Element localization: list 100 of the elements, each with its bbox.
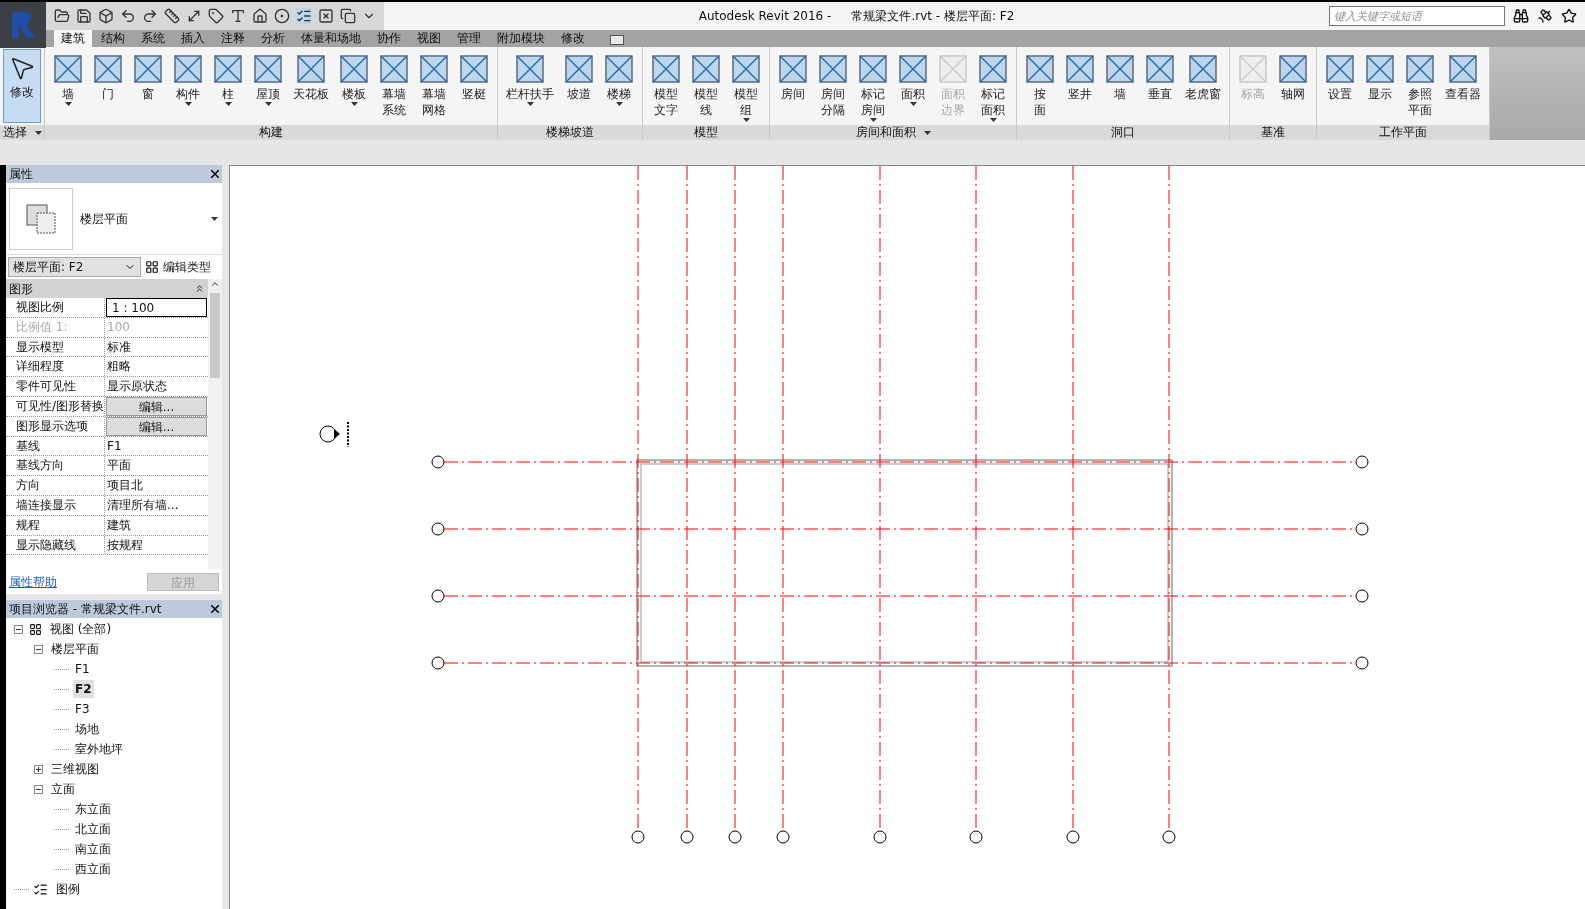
tree-item[interactable]: 三维视图: [49, 760, 101, 778]
diagonal-arrow-icon[interactable]: [186, 8, 202, 24]
ribbon-button[interactable]: 设置: [1320, 49, 1360, 123]
ribbon-button[interactable]: 模型 线: [686, 49, 726, 123]
ribbon-button[interactable]: 显示: [1360, 49, 1400, 123]
tree-item[interactable]: F2: [73, 680, 94, 698]
tree-item[interactable]: 场地: [73, 720, 101, 738]
ribbon-button[interactable]: 坡道: [559, 49, 599, 123]
ribbon-button[interactable]: 构件: [168, 49, 208, 123]
ribbon-button[interactable]: 幕墙 系统: [374, 49, 414, 123]
ribbon-tab[interactable]: 建筑: [54, 30, 92, 47]
property-value-field[interactable]: 1 : 100: [106, 298, 207, 317]
instance-dropdown[interactable]: 楼层平面: F2: [8, 257, 141, 277]
collapse-toggle[interactable]: [34, 784, 43, 794]
tree-item[interactable]: 西立面: [73, 860, 113, 878]
ribbon-button[interactable]: 窗: [128, 49, 168, 123]
ribbon-tab[interactable]: 系统: [134, 30, 172, 47]
ribbon-tab[interactable]: 体量和场地: [294, 30, 368, 47]
edit-button[interactable]: 编辑...: [106, 416, 207, 436]
ribbon-tab[interactable]: 注释: [214, 30, 252, 47]
house-icon[interactable]: [252, 8, 268, 24]
collapse-toggle[interactable]: [34, 644, 43, 654]
satellite-icon[interactable]: [1537, 8, 1553, 24]
undo-icon[interactable]: [120, 8, 136, 24]
open-icon[interactable]: [54, 8, 70, 24]
tree-item[interactable]: 室外地坪: [73, 740, 125, 758]
panel-label[interactable]: 选择: [0, 125, 44, 140]
ribbon-button[interactable]: 楼梯: [599, 49, 639, 123]
tree-item[interactable]: 楼层平面: [49, 640, 101, 658]
edit-type-button[interactable]: 编辑类型: [145, 258, 211, 276]
ribbon-button[interactable]: 墙: [48, 49, 88, 123]
edit-button[interactable]: 编辑...: [106, 397, 207, 416]
panel-label[interactable]: 房间和面积: [770, 125, 1016, 140]
tree-item[interactable]: 东立面: [73, 800, 113, 818]
properties-help-link[interactable]: 属性帮助: [9, 572, 57, 591]
close-window-icon[interactable]: [318, 8, 334, 24]
close-button[interactable]: [211, 605, 219, 613]
panel-label[interactable]: 模型: [643, 125, 769, 140]
ribbon-button[interactable]: 竖梃: [454, 49, 494, 123]
tree-item[interactable]: 南立面: [73, 840, 113, 858]
ribbon-button[interactable]: 参照 平面: [1400, 49, 1440, 123]
ribbon-button[interactable]: 墙: [1100, 49, 1140, 123]
list-icon[interactable]: [296, 8, 312, 24]
ribbon-button[interactable]: 修改: [3, 49, 41, 123]
ribbon-tab[interactable]: 附加模块: [490, 30, 552, 47]
scrollbar[interactable]: [208, 279, 222, 569]
close-button[interactable]: [211, 170, 219, 178]
ribbon-tab[interactable]: 插入: [174, 30, 212, 47]
star-icon[interactable]: [1561, 8, 1577, 24]
tree-item[interactable]: 北立面: [73, 820, 113, 838]
panel-label[interactable]: 基准: [1230, 125, 1316, 140]
ribbon-button[interactable]: 模型 组: [726, 49, 766, 123]
ruler-icon[interactable]: [164, 8, 180, 24]
ribbon-button[interactable]: 面积: [893, 49, 933, 123]
ribbon-button[interactable]: 房间: [773, 49, 813, 123]
ribbon-tab[interactable]: 结构: [94, 30, 132, 47]
panel-toggle-button[interactable]: [610, 35, 624, 45]
ribbon-tab[interactable]: 修改: [554, 30, 592, 47]
ribbon-tab[interactable]: 分析: [254, 30, 292, 47]
ribbon-button[interactable]: 屋顶: [248, 49, 288, 123]
save-icon[interactable]: [76, 8, 92, 24]
text-icon[interactable]: [230, 8, 246, 24]
tree-item[interactable]: F1: [73, 660, 92, 678]
tag-icon[interactable]: [208, 8, 224, 24]
circle-dot-icon[interactable]: [274, 8, 290, 24]
ribbon-button[interactable]: 柱: [208, 49, 248, 123]
collapse-toggle[interactable]: [14, 624, 23, 634]
ribbon-button[interactable]: 查看器: [1440, 49, 1486, 123]
ribbon-button[interactable]: 幕墙 网格: [414, 49, 454, 123]
expand-toggle[interactable]: [34, 764, 43, 774]
cube-icon[interactable]: [98, 8, 114, 24]
search-field[interactable]: 键入关键字或短语: [1329, 6, 1505, 26]
ribbon-button[interactable]: 门: [88, 49, 128, 123]
ribbon-button[interactable]: 标记 房间: [853, 49, 893, 123]
ribbon-button[interactable]: 房间 分隔: [813, 49, 853, 123]
ribbon-button[interactable]: 楼板: [334, 49, 374, 123]
ribbon-button[interactable]: 天花板: [288, 49, 334, 123]
scrollbar-thumb[interactable]: [210, 293, 220, 378]
ribbon-button[interactable]: 垂直: [1140, 49, 1180, 123]
ribbon-button[interactable]: 标记 面积: [973, 49, 1013, 123]
ribbon-button[interactable]: 按 面: [1020, 49, 1060, 123]
tree-item[interactable]: 图例: [54, 880, 82, 898]
group-header[interactable]: 图形: [6, 279, 208, 298]
redo-icon[interactable]: [142, 8, 158, 24]
tree-item[interactable]: 立面: [49, 780, 77, 798]
panel-label[interactable]: 工作平面: [1317, 125, 1489, 140]
binoculars-icon[interactable]: [1513, 8, 1529, 24]
windows-icon[interactable]: [340, 8, 356, 24]
ribbon-button[interactable]: 栏杆扶手: [501, 49, 559, 123]
ribbon-button[interactable]: 老虎窗: [1180, 49, 1226, 123]
ribbon-button[interactable]: 模型 文字: [646, 49, 686, 123]
panel-label[interactable]: 楼梯坡道: [498, 125, 642, 140]
ribbon-tab[interactable]: 管理: [450, 30, 488, 47]
ribbon-tab[interactable]: 视图: [410, 30, 448, 47]
panel-label[interactable]: 构建: [45, 125, 497, 140]
panel-label[interactable]: 洞口: [1017, 125, 1229, 140]
ribbon-tab[interactable]: 协作: [370, 30, 408, 47]
ribbon-button[interactable]: 轴网: [1273, 49, 1313, 123]
tree-item[interactable]: 视图 (全部): [48, 620, 114, 638]
tree-item[interactable]: F3: [73, 700, 92, 718]
